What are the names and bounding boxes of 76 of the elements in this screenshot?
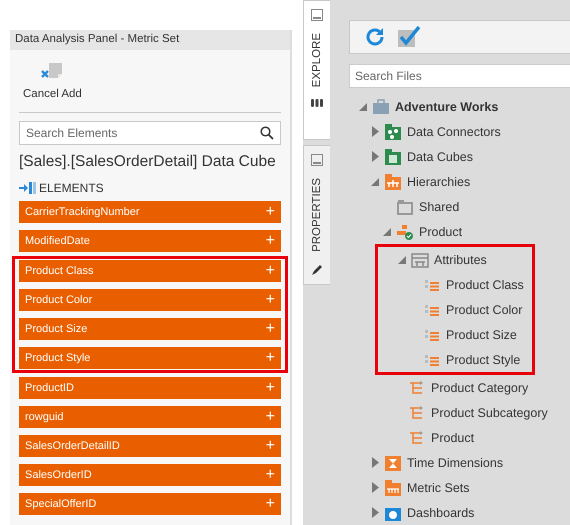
element-item[interactable]: CarrierTrackingNumber + xyxy=(19,201,281,223)
tree-item[interactable]: Product Color xyxy=(446,302,522,316)
tree-item[interactable]: Product Subcategory xyxy=(431,406,548,420)
element-label: SpecialOfferID xyxy=(25,498,96,510)
minimize-icon[interactable] xyxy=(311,9,323,21)
expanded-arrow-icon[interactable] xyxy=(357,102,369,110)
elements-icon xyxy=(19,182,36,194)
add-icon[interactable]: + xyxy=(266,233,275,249)
collapsed-arrow-icon[interactable] xyxy=(369,482,381,493)
add-icon[interactable]: + xyxy=(266,496,275,512)
checkbox-icon[interactable] xyxy=(398,26,422,48)
element-item[interactable]: SalesOrderID + xyxy=(19,464,281,486)
element-label: ModifiedDate xyxy=(25,235,90,247)
tree-item[interactable]: Product xyxy=(431,430,474,444)
element-item[interactable]: SalesOrderDetailID + xyxy=(19,435,281,457)
tree-item[interactable]: Attributes xyxy=(434,252,487,266)
collapsed-arrow-icon[interactable] xyxy=(369,457,381,468)
expanded-arrow-icon[interactable] xyxy=(381,228,393,236)
add-icon[interactable]: + xyxy=(266,467,275,483)
collapsed-arrow-icon[interactable] xyxy=(369,126,381,137)
element-label: Product Size xyxy=(25,323,88,335)
element-item[interactable]: rowguid + xyxy=(19,406,281,428)
add-icon[interactable]: + xyxy=(266,321,275,337)
add-icon[interactable]: + xyxy=(266,292,275,308)
element-item[interactable]: ProductID + xyxy=(19,377,281,399)
refresh-icon[interactable] xyxy=(364,26,386,48)
tree-item[interactable]: Dashboards xyxy=(407,506,474,520)
add-icon[interactable]: + xyxy=(266,409,275,425)
collapsed-arrow-icon[interactable] xyxy=(369,151,381,162)
tree-item[interactable]: Metric Sets xyxy=(407,480,470,494)
search-field[interactable]: Search Elements xyxy=(19,121,281,145)
element-label: ProductID xyxy=(25,382,74,394)
collapsed-arrow-icon[interactable] xyxy=(369,507,381,518)
tree-item[interactable]: Time Dimensions xyxy=(407,456,504,470)
tree-item[interactable]: Product Style xyxy=(446,352,520,366)
element-item[interactable]: Product Style + xyxy=(19,347,281,369)
minimize-icon[interactable] xyxy=(311,154,323,166)
element-item[interactable]: Product Size + xyxy=(19,318,281,340)
side-tab[interactable]: PROPERTIES xyxy=(303,145,330,285)
element-label: Product Style xyxy=(25,352,90,364)
cube-title: [Sales].[SalesOrderDetail] Data Cube xyxy=(19,153,277,171)
element-label: Product Class xyxy=(25,265,94,277)
add-icon[interactable]: + xyxy=(266,204,275,220)
cylinders-icon xyxy=(311,99,323,108)
panel-title: Data Analysis Panel - Metric Set xyxy=(10,30,290,50)
section-label: ELEMENTS xyxy=(39,181,104,195)
expanded-arrow-icon[interactable] xyxy=(396,256,408,264)
element-label: CarrierTrackingNumber xyxy=(25,206,140,218)
side-tab[interactable]: EXPLORE xyxy=(303,0,330,140)
element-label: SalesOrderDetailID xyxy=(25,440,120,452)
tree-item[interactable]: Product xyxy=(419,224,462,238)
tree-item[interactable]: Product Class xyxy=(446,278,524,292)
element-item[interactable]: Product Class + xyxy=(19,260,281,282)
element-label: rowguid xyxy=(25,411,64,423)
element-item[interactable]: SpecialOfferID + xyxy=(19,493,281,515)
cancel-add-button[interactable]: Cancel Add xyxy=(19,58,86,104)
tree-item[interactable]: Product Size xyxy=(446,328,517,342)
expanded-arrow-icon[interactable] xyxy=(369,178,381,186)
tree-item[interactable]: Product Category xyxy=(431,380,528,394)
element-label: Product Color xyxy=(25,294,92,306)
tree-item[interactable]: Data Connectors xyxy=(407,124,501,138)
element-item[interactable]: Product Color + xyxy=(19,289,281,311)
tree-item[interactable]: Data Cubes xyxy=(407,150,474,164)
element-item[interactable]: ModifiedDate + xyxy=(19,230,281,252)
add-icon[interactable]: + xyxy=(266,350,275,366)
element-label: SalesOrderID xyxy=(25,469,92,481)
add-icon[interactable]: + xyxy=(266,263,275,279)
shared-icon xyxy=(396,198,414,214)
tree-item[interactable]: Adventure Works xyxy=(395,100,498,114)
search-icon xyxy=(260,126,274,140)
search-files-field[interactable]: Search Files xyxy=(349,64,570,88)
add-icon[interactable]: + xyxy=(266,438,275,454)
add-icon[interactable]: + xyxy=(266,380,275,396)
tree-item[interactable]: Hierarchies xyxy=(407,174,470,188)
tree-item[interactable]: Shared xyxy=(419,200,460,214)
pencil-icon xyxy=(311,264,323,276)
